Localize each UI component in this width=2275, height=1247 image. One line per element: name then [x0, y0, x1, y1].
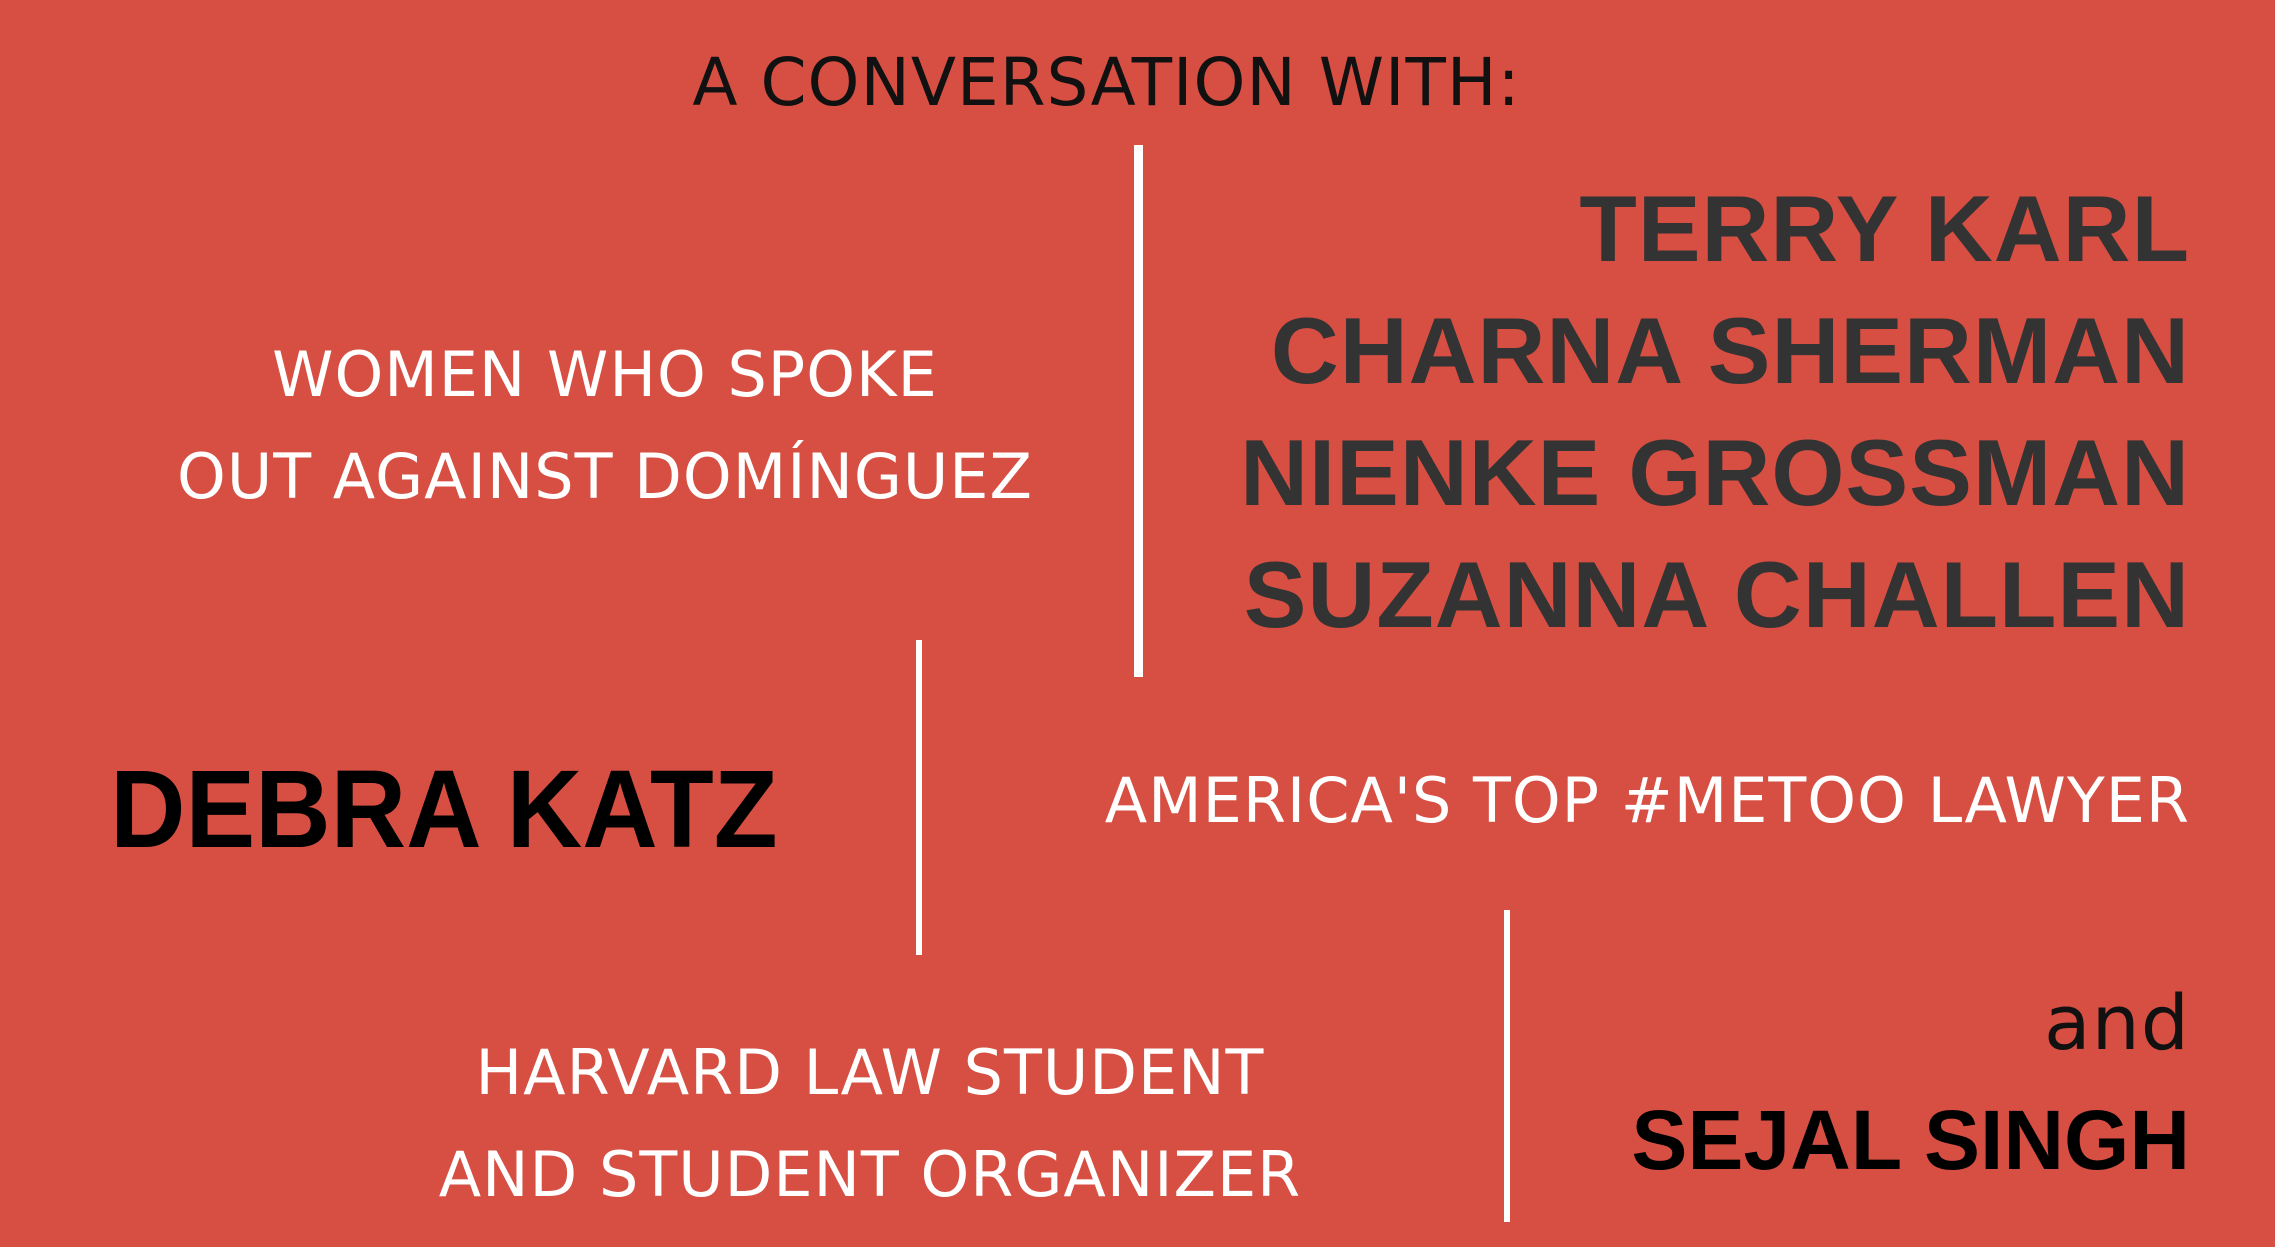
lawyer-description: AMERICA'S TOP #METOO LAWYER	[1104, 764, 2190, 837]
speaker-names-list: TERRY KARL CHARNA SHERMAN NIENKE GROSSMA…	[1200, 168, 2190, 656]
student-description-line-1: HARVARD LAW STUDENT	[475, 1036, 1265, 1109]
student-description-line-2: AND STUDENT ORGANIZER	[438, 1138, 1302, 1211]
poster-header: A CONVERSATION WITH:	[692, 44, 1521, 121]
conjunction-and: and	[2044, 978, 2190, 1067]
divider-1	[1134, 145, 1143, 677]
student-name: SEJAL SINGH	[1631, 1093, 2190, 1187]
divider-2	[916, 640, 922, 955]
speaker-name: TERRY KARL	[1579, 176, 2190, 281]
women-description: WOMEN WHO SPOKE OUT AGAINST DOMÍNGUEZ	[120, 324, 1090, 528]
speaker-name: NIENKE GROSSMAN	[1240, 420, 2190, 525]
speaker-name: SUZANNA CHALLEN	[1243, 542, 2190, 647]
event-poster: A CONVERSATION WITH: WOMEN WHO SPOKE OUT…	[0, 0, 2275, 1247]
lawyer-name: DEBRA KATZ	[110, 748, 778, 871]
speaker-name: CHARNA SHERMAN	[1270, 298, 2190, 403]
women-description-line-1: WOMEN WHO SPOKE	[272, 338, 938, 411]
student-description: HARVARD LAW STUDENT AND STUDENT ORGANIZE…	[380, 1022, 1360, 1226]
women-description-line-2: OUT AGAINST DOMÍNGUEZ	[177, 440, 1033, 513]
